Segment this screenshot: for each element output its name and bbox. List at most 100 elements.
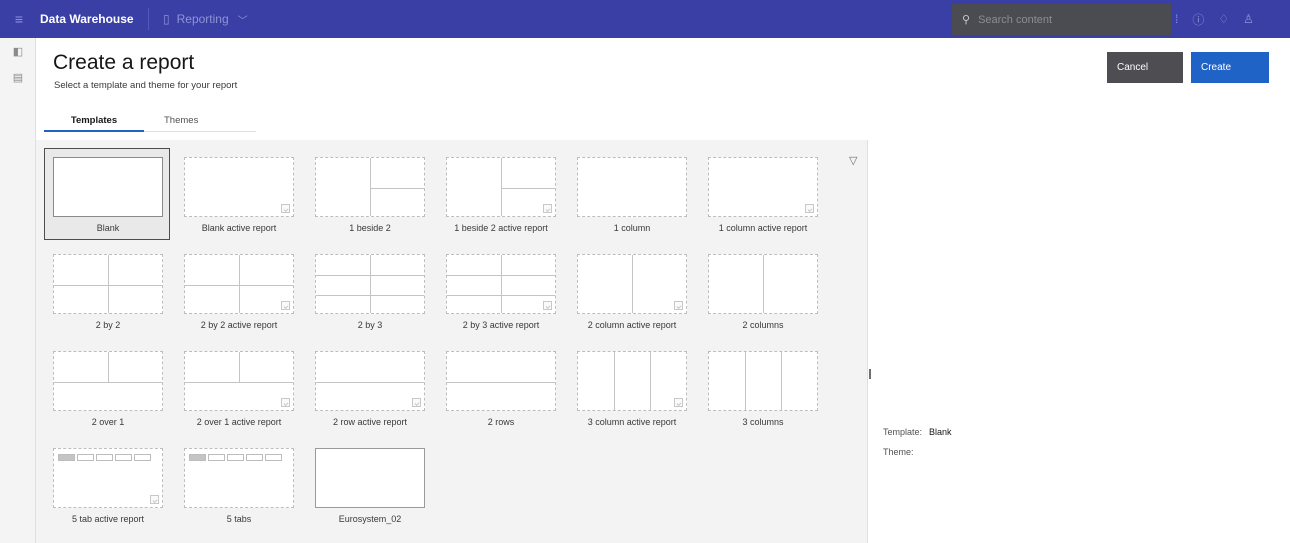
template-label: 2 columns xyxy=(742,320,784,330)
template-label: 3 columns xyxy=(742,417,784,427)
template-card-2-rows[interactable]: 2 rows xyxy=(437,342,563,434)
template-thumbnail xyxy=(184,157,294,217)
template-card-2-over-1[interactable]: 2 over 1 xyxy=(44,342,170,434)
template-thumbnail xyxy=(315,157,425,217)
template-card-2-column-active-report[interactable]: 2 column active report xyxy=(568,245,694,337)
template-thumbnail xyxy=(446,254,556,314)
search-input[interactable] xyxy=(978,13,1159,26)
template-card-blank[interactable]: Blank xyxy=(44,148,170,240)
theme-detail: Theme: xyxy=(883,447,914,457)
template-label: 2 by 2 active report xyxy=(200,320,278,330)
active-report-icon xyxy=(674,301,683,310)
template-card-2-over-1-active-report[interactable]: 2 over 1 active report xyxy=(175,342,301,434)
template-label: 2 by 2 xyxy=(95,320,121,330)
template-label: Blank xyxy=(96,223,120,233)
template-thumbnail xyxy=(184,254,294,314)
template-card-2-by-2-active-report[interactable]: 2 by 2 active report xyxy=(175,245,301,337)
active-report-icon xyxy=(281,204,290,213)
template-gallery: ▽ Blank Blank active report 1 beside 2 1… xyxy=(36,140,868,543)
workspace-switcher[interactable]: ▯ Reporting ﹀ xyxy=(163,12,248,27)
template-thumbnail xyxy=(708,254,818,314)
theme-detail-label: Theme: xyxy=(883,447,914,457)
template-label: 2 row active report xyxy=(332,417,408,427)
template-card-2-by-2[interactable]: 2 by 2 xyxy=(44,245,170,337)
template-card-1-column[interactable]: 1 column xyxy=(568,148,694,240)
template-label: Eurosystem_02 xyxy=(338,514,402,524)
template-card-5-tabs[interactable]: 5 tabs xyxy=(175,439,301,531)
workspace-label: Reporting xyxy=(176,12,229,26)
tab-bar: Templates Themes xyxy=(44,110,256,132)
template-detail: Template: Blank xyxy=(883,427,952,437)
filter-icon[interactable]: ▽ xyxy=(849,154,857,167)
active-report-icon xyxy=(281,398,290,407)
template-thumbnail xyxy=(315,254,425,314)
panel-icon[interactable]: ◧ xyxy=(0,38,36,64)
notification-icon[interactable]: ♢ xyxy=(1218,12,1229,26)
tab-themes[interactable]: Themes xyxy=(164,110,254,132)
template-label: 2 over 1 xyxy=(91,417,125,427)
template-label: 3 column active report xyxy=(587,417,677,427)
template-card-1-beside-2[interactable]: 1 beside 2 xyxy=(306,148,432,240)
template-thumbnail xyxy=(577,254,687,314)
help-icon[interactable]: ⓘ xyxy=(1192,11,1204,28)
template-label: 1 beside 2 active report xyxy=(454,223,548,233)
template-label: 5 tab active report xyxy=(71,514,145,524)
template-thumbnail xyxy=(315,351,425,411)
info-icon[interactable]: ⁞ xyxy=(1175,12,1178,26)
tab-templates[interactable]: Templates xyxy=(44,110,144,132)
left-rail: ◧ ▤ xyxy=(0,38,36,543)
template-detail-label: Template: xyxy=(883,427,923,437)
template-card-2-columns[interactable]: 2 columns xyxy=(699,245,825,337)
top-actions: ⁞ ⓘ ♢ ♙ xyxy=(1175,0,1268,38)
tab-strip xyxy=(189,454,282,461)
template-label: 5 tabs xyxy=(226,514,252,524)
document-icon: ▯ xyxy=(163,12,170,26)
template-card-eurosystem-02[interactable]: Eurosystem_02 xyxy=(306,439,432,531)
template-thumbnail xyxy=(708,351,818,411)
tab-strip xyxy=(58,454,151,461)
template-thumbnail xyxy=(708,157,818,217)
template-thumbnail xyxy=(53,157,163,217)
active-report-icon xyxy=(412,398,421,407)
user-icon[interactable]: ♙ xyxy=(1243,12,1254,26)
template-card-1-beside-2-active-report[interactable]: 1 beside 2 active report xyxy=(437,148,563,240)
template-thumbnail xyxy=(315,448,425,508)
template-card-2-by-3[interactable]: 2 by 3 xyxy=(306,245,432,337)
template-card-2-by-3-active-report[interactable]: 2 by 3 active report xyxy=(437,245,563,337)
file-icon[interactable]: ▤ xyxy=(0,64,36,90)
panel-resize-handle[interactable] xyxy=(869,369,871,379)
template-label: 2 column active report xyxy=(587,320,677,330)
template-card-3-column-active-report[interactable]: 3 column active report xyxy=(568,342,694,434)
template-card-1-column-active-report[interactable]: 1 column active report xyxy=(699,148,825,240)
app-name[interactable]: Data Warehouse xyxy=(40,12,148,26)
cancel-button[interactable]: Cancel xyxy=(1107,52,1183,83)
template-label: 2 over 1 active report xyxy=(196,417,282,427)
template-card-blank-active-report[interactable]: Blank active report xyxy=(175,148,301,240)
template-label: 1 column active report xyxy=(718,223,808,233)
create-button[interactable]: Create xyxy=(1191,52,1269,83)
search-box[interactable]: ⚲ xyxy=(952,4,1171,35)
template-label: 2 rows xyxy=(487,417,515,427)
menu-icon[interactable]: ≡ xyxy=(0,0,38,38)
template-thumbnail xyxy=(53,351,163,411)
template-thumbnail xyxy=(446,351,556,411)
active-report-icon xyxy=(150,495,159,504)
template-card-5-tab-active-report[interactable]: 5 tab active report xyxy=(44,439,170,531)
template-thumbnail xyxy=(184,351,294,411)
active-report-icon xyxy=(543,204,552,213)
page-title: Create a report xyxy=(53,51,195,74)
template-card-2-row-active-report[interactable]: 2 row active report xyxy=(306,342,432,434)
template-thumbnail xyxy=(577,351,687,411)
template-thumbnail xyxy=(184,448,294,508)
template-detail-value: Blank xyxy=(929,427,952,437)
template-thumbnail xyxy=(53,254,163,314)
template-thumbnail xyxy=(53,448,163,508)
template-label: 2 by 3 xyxy=(357,320,383,330)
template-card-3-columns[interactable]: 3 columns xyxy=(699,342,825,434)
chevron-down-icon: ﹀ xyxy=(237,15,248,27)
active-report-icon xyxy=(543,301,552,310)
active-report-icon xyxy=(805,204,814,213)
active-report-icon xyxy=(674,398,683,407)
template-label: 1 column xyxy=(613,223,651,233)
template-thumbnail xyxy=(446,157,556,217)
